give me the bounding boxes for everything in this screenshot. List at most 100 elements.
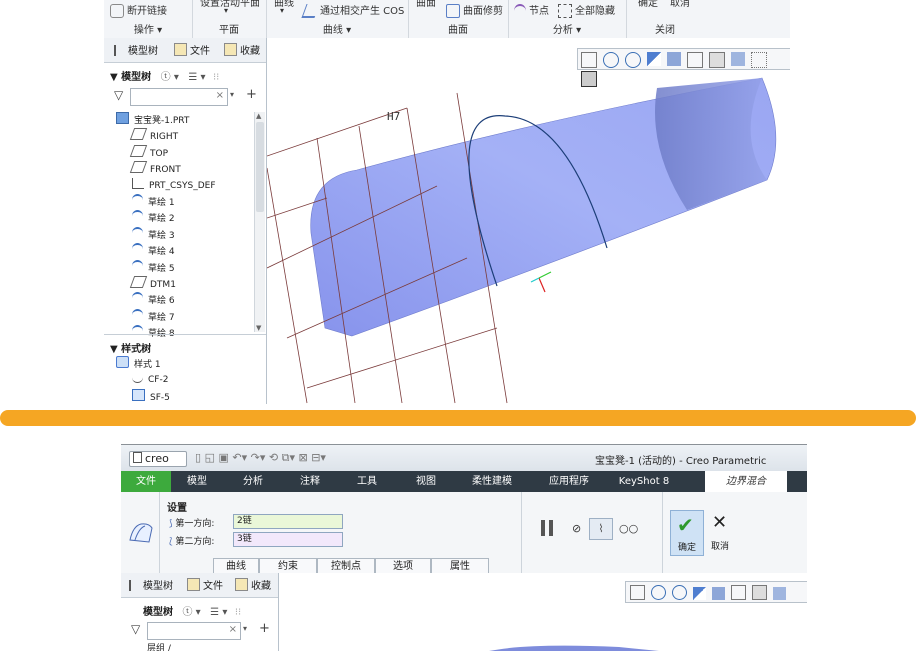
group-label-analysis: 分析 ▾ [552,25,582,36]
link-break-icon [110,4,124,18]
menu-tab-2[interactable]: 分析 [223,471,283,492]
pause-icon[interactable] [539,519,555,537]
surface-button[interactable]: 曲面 [416,0,436,9]
cancel-button[interactable]: ✕ 取消 [705,510,735,554]
csys-triad [530,271,552,293]
menu-tab-4[interactable]: 工具 [337,471,397,492]
dash-subtab-0[interactable]: 曲线 [213,558,259,574]
add-icon[interactable]: + [259,621,270,636]
scrollbar-thumb[interactable] [256,122,264,212]
scroll-down-icon[interactable]: ▼ [256,324,261,332]
hide-all-button[interactable]: 全部隐藏 [558,2,615,18]
favorites-icon [235,578,248,591]
chevron-down-icon[interactable]: ▾ [280,6,284,15]
tab-files[interactable]: 文件 [187,577,223,592]
clear-icon[interactable]: × [229,624,237,635]
scroll-up-icon[interactable]: ▲ [256,112,261,120]
new-file-icon[interactable]: ▯ [195,451,201,464]
surface-trim-icon [446,4,460,18]
ok-button[interactable]: ✔ 确定 [670,510,704,556]
dash-subtab-3[interactable]: 选项 [375,558,431,574]
surface-trim-button[interactable]: 曲面修剪 [446,2,503,18]
redo-icon[interactable]: ↷▾ [251,451,266,464]
chevron-down-icon[interactable]: ▾ [224,6,228,15]
creo-logo: creo [129,451,187,467]
tab-favorites[interactable]: 收藏 [235,577,271,592]
undo-icon[interactable]: ↶▾ [232,451,247,464]
dash-subtab-1[interactable]: 约束 [259,558,317,574]
panel-tab-row-2: 模型树 文件 收藏 [121,573,278,598]
style-tree-item[interactable]: 样式 1 [116,356,161,370]
tab-model-tree[interactable]: 模型树 [129,577,173,592]
model-tree-panel: 模型树 文件 收藏 ▼ 模型树 ⓣ ▾ ☰ ▾ ⁝⁝ ▽ × ▾ + 宝宝凳-1… [104,38,267,404]
first-direction-label: ⟆ 第一方向: [169,519,215,529]
settings-label: 设置 [167,503,187,514]
verify-glasses-icon[interactable]: ○○ [619,522,638,535]
first-direction-field[interactable]: 2链 [233,514,343,529]
open-file-icon[interactable]: ◱ [205,451,215,464]
ribbon-group-surface: 曲面 曲面修剪 曲面 [408,0,509,38]
intersect-cos-button[interactable]: 通过相交产生 COS [301,2,404,18]
set-active-plane-button[interactable]: 设置活动平面 [200,0,260,9]
preview-icon[interactable]: ⌇ [589,518,613,540]
style-tree-item[interactable]: SF-5 [132,388,170,403]
search-dropdown-icon[interactable]: ▾ [243,624,247,633]
style-tree-item-label: CF-2 [148,375,169,386]
style-tree-item-label: 样式 1 [134,360,161,370]
disconnect-button[interactable]: 断开链接 [110,2,167,18]
ok-button-top[interactable]: 确定 [638,0,658,9]
dash-divider-2 [521,492,522,573]
menu-tab-7[interactable]: 应用程序 [529,471,609,492]
cancel-button-top[interactable]: 取消 [670,0,690,9]
menu-tab-1[interactable]: 模型 [171,471,223,492]
dash-subtab-4[interactable]: 属性 [431,558,489,574]
ribbon-group-operation: 断开链接 操作 ▾ [104,0,193,38]
dash-subtab-2[interactable]: 控制点 [317,558,375,574]
node-button[interactable]: 节点 [514,2,549,18]
filter-icon[interactable]: ▽ [131,622,140,636]
dash-divider [159,492,160,573]
divider-bar [0,410,916,426]
close-window-icon[interactable]: ⊠ [298,451,307,464]
tree-header-2[interactable]: 模型树 ⓣ ▾ ☰ ▾ ⁝⁝ [143,603,241,618]
hide-all-icon [558,4,572,18]
surface-icon [132,388,145,401]
menu-tab-5[interactable]: 视图 [397,471,455,492]
tree-settings-icon[interactable]: ⓣ ▾ [182,607,200,618]
tab-boundary-blend[interactable]: 边界混合 [705,471,787,492]
creo-logo-icon [133,452,142,463]
menu-tab-6[interactable]: 柔性建模 [455,471,529,492]
tree-search-input-2[interactable]: × [147,622,241,640]
regenerate-icon[interactable]: ⟲ [269,451,278,464]
group-label-curve: 曲线 ▾ [322,25,352,36]
bottom-screenshot: creo ▯ ◱ ▣ ↶▾ ↷▾ ⟲ ⧉▾ ⊠ ⊟▾ 宝宝凳-1 (活动的) -… [121,444,807,651]
boundary-blend-icon [127,520,155,544]
ribbon-group-close: 确定 取消 关闭 [626,0,704,38]
folder-icon [187,578,200,591]
tree-scrollbar[interactable]: ▲ ▼ [254,112,265,332]
tree-columns-icon[interactable]: ☰ ▾ [210,607,227,618]
style-tree-item[interactable]: CF-2 [132,372,168,386]
model-canvas: H7 [267,77,777,404]
group-label-operation: 操作 ▾ [133,25,163,36]
menu-tab-3[interactable]: 注释 [283,471,337,492]
second-direction-label: ⟅ 第二方向: [169,537,215,547]
style-icon [116,356,129,368]
ribbon: 断开链接 操作 ▾ 设置活动平面 ▾ 平面 曲线 ▾ 通过相交产生 COS 曲线… [104,0,790,39]
menu-tab-0[interactable]: 文件 [121,471,171,492]
boundary-blend-dashboard: 设置 ⟆ 第一方向: 2链 ⟅ 第二方向: 3链 曲线 约束 控制点 选项 属性 ⊘ ⌇… [121,492,807,574]
cos-icon [301,4,320,18]
style-tree-list: 样式 1 CF-2 SF-5 [104,38,254,404]
sketch-label: H7 [387,110,400,123]
no-preview-icon[interactable]: ⊘ [572,522,581,535]
menu-tab-8[interactable]: KeyShot 8 [609,471,679,492]
customize-icon[interactable]: ⊟▾ [311,451,326,464]
blended-surface-top-edge[interactable] [489,645,659,651]
save-icon[interactable]: ▣ [218,451,228,464]
second-direction-field[interactable]: 3链 [233,532,343,547]
windows-icon[interactable]: ⧉▾ [282,451,295,464]
tree-filter-extra-icon[interactable]: ⁝⁝ [235,607,241,618]
graphics-viewport[interactable]: H7 [267,38,790,404]
title-bar: creo ▯ ◱ ▣ ↶▾ ↷▾ ⟲ ⧉▾ ⊠ ⊟▾ 宝宝凳-1 (活动的) -… [121,445,807,472]
graphics-viewport-2[interactable] [279,573,807,651]
